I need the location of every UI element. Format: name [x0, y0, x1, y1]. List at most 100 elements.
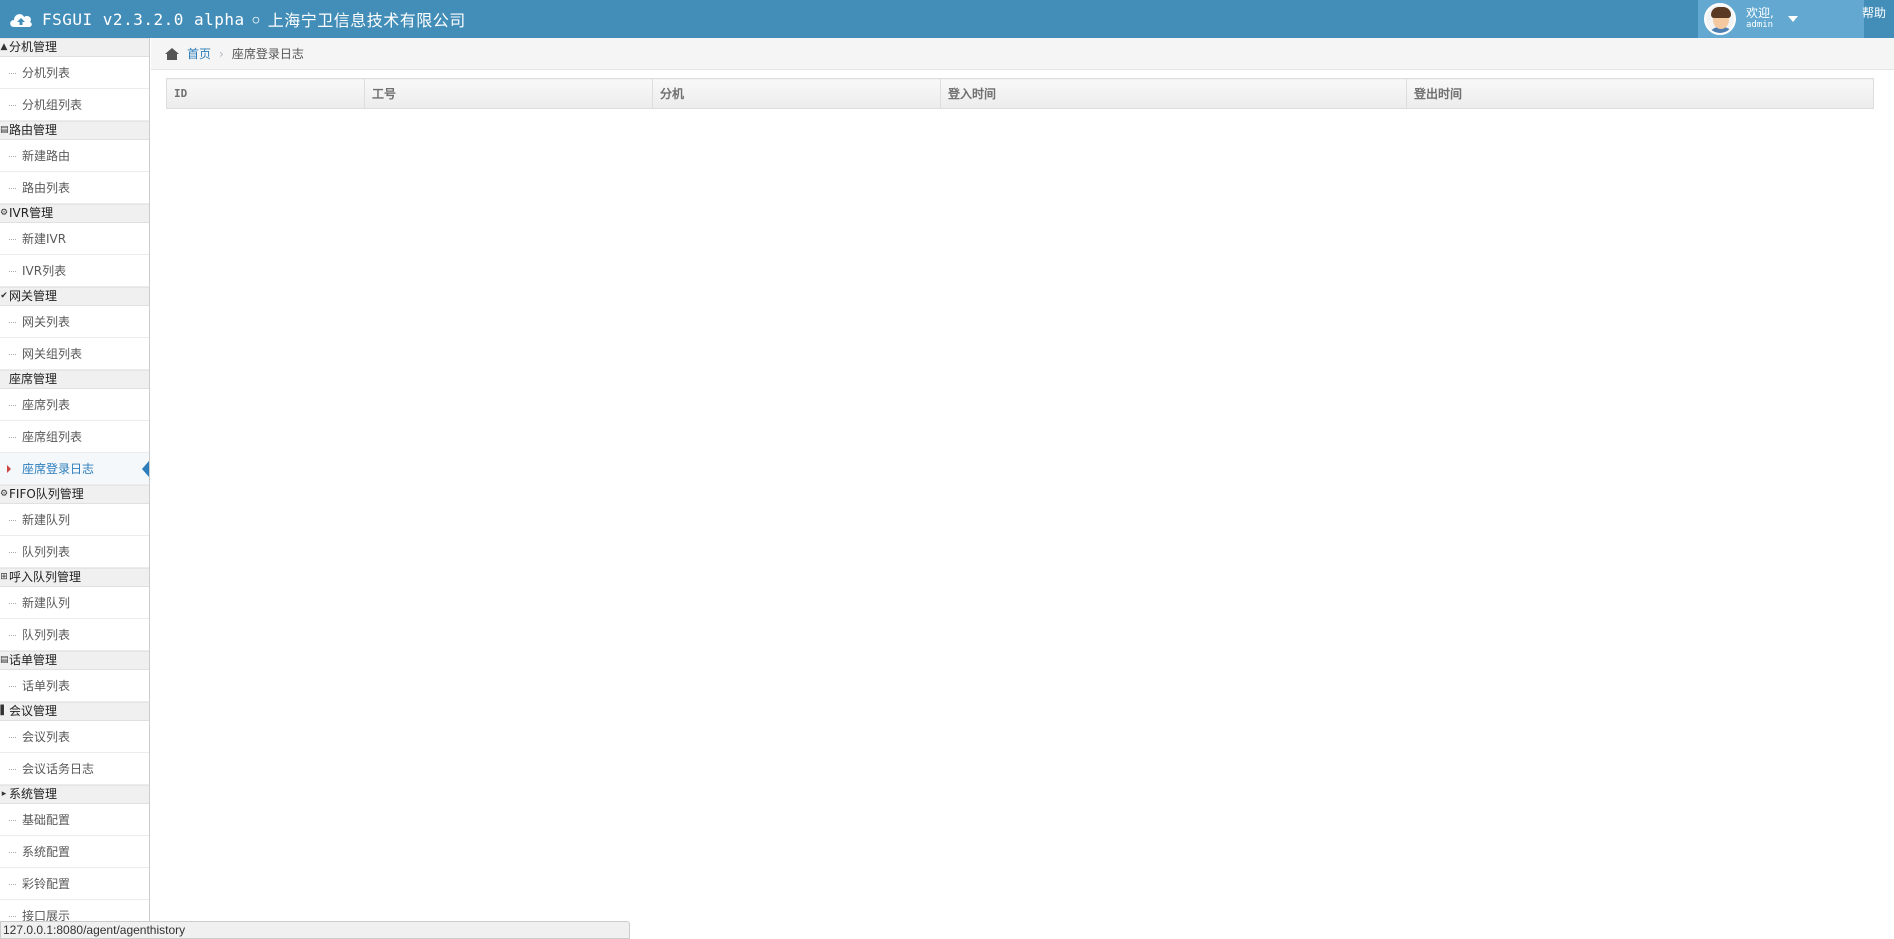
breadcrumb-current: 座席登录日志 — [231, 47, 304, 61]
chevron-right-icon: › — [219, 46, 224, 61]
brand-separator-icon: ○ — [252, 12, 260, 26]
tree-line — [9, 884, 16, 885]
tree-line — [9, 156, 16, 157]
sidebar-item[interactable]: 座席组列表 — [0, 421, 149, 453]
column-header-id[interactable]: ID — [166, 78, 365, 109]
tree-line — [9, 820, 16, 821]
tree-line — [9, 271, 16, 272]
menu-group-icon: ▤ — [0, 655, 9, 665]
sidebar-item[interactable]: 路由列表 — [0, 172, 149, 204]
sidebar-item[interactable]: 网关组列表 — [0, 338, 149, 370]
sidebar-group-header[interactable]: ⊞ 呼入队列管理 — [0, 568, 149, 587]
sidebar-item[interactable]: 队列列表 — [0, 619, 149, 651]
sidebar-item-label: 话单列表 — [22, 679, 71, 693]
brand[interactable]: FSGUI v2.3.2.0 alpha ○ 上海宁卫信息技术有限公司 — [8, 0, 466, 38]
tree-line — [9, 769, 16, 770]
sidebar-item-label: 新建队列 — [22, 513, 71, 527]
sidebar-item[interactable]: 队列列表 — [0, 536, 149, 568]
sidebar-item-label: 会议列表 — [22, 730, 71, 744]
sidebar-item[interactable]: 基础配置 — [0, 804, 149, 836]
caret-right-icon — [7, 465, 11, 473]
column-header-logout-time[interactable]: 登出时间 — [1406, 78, 1874, 109]
sidebar-item-label: 座席登录日志 — [22, 462, 95, 476]
sidebar-item-label: 彩铃配置 — [22, 877, 71, 891]
breadcrumb-home-link[interactable]: 首页 — [187, 45, 211, 62]
sidebar-item-label: 网关列表 — [22, 315, 71, 329]
sidebar-item-label: 会议话务日志 — [22, 762, 95, 776]
sidebar-item[interactable]: 彩铃配置 — [0, 868, 149, 900]
sidebar-group-label: IVR管理 — [9, 206, 54, 220]
sidebar-item-label: IVR列表 — [22, 264, 67, 278]
avatar — [1704, 3, 1736, 35]
sidebar-menu: ▲ 分机管理 分机列表 分机组列表 ▤ 路由管理 新建路由 路由列表 ⚙ IVR管理 新建IVR IV… — [0, 38, 150, 935]
menu-group-icon: ⚙ — [0, 208, 9, 218]
sidebar-item-label: 新建IVR — [22, 232, 67, 246]
sidebar-item[interactable]: 新建队列 — [0, 587, 149, 619]
sidebar-item-label: 分机组列表 — [22, 98, 83, 112]
sidebar-item[interactable]: 座席登录日志 — [0, 453, 149, 485]
sidebar-group-header[interactable]: ✔ 网关管理 — [0, 287, 149, 306]
sidebar-item[interactable]: 系统配置 — [0, 836, 149, 868]
sidebar-item[interactable]: 会议列表 — [0, 721, 149, 753]
welcome-text: 欢迎, admin — [1746, 7, 1774, 31]
tree-line — [9, 322, 16, 323]
breadcrumb: 首页 › 座席登录日志 — [151, 38, 1894, 70]
active-indicator-icon — [142, 461, 149, 477]
top-navbar: FSGUI v2.3.2.0 alpha ○ 上海宁卫信息技术有限公司 欢迎, … — [0, 0, 1894, 38]
tree-line — [9, 916, 16, 917]
sidebar-group-header[interactable]: ⚙ FIFO队列管理 — [0, 485, 149, 504]
sidebar-group-header[interactable]: ⚙ IVR管理 — [0, 204, 149, 223]
user-menu[interactable]: 欢迎, admin — [1698, 0, 1864, 38]
menu-group-icon: ⚙ — [0, 489, 9, 499]
tree-line — [9, 520, 16, 521]
sidebar-group-label: 系统管理 — [9, 787, 58, 801]
sidebar-group-label: FIFO队列管理 — [9, 487, 84, 501]
tree-line — [9, 603, 16, 604]
tree-line — [9, 239, 16, 240]
tree-line — [9, 354, 16, 355]
sidebar-item[interactable]: 座席列表 — [0, 389, 149, 421]
sidebar-item-label: 基础配置 — [22, 813, 71, 827]
sidebar-item[interactable]: 话单列表 — [0, 670, 149, 702]
menu-group-icon: ▤ — [0, 125, 9, 135]
column-header-agent-no[interactable]: 工号 — [364, 78, 653, 109]
tree-line — [9, 635, 16, 636]
sidebar-item[interactable]: 网关列表 — [0, 306, 149, 338]
tree-line — [9, 437, 16, 438]
sidebar-item-label: 队列列表 — [22, 545, 71, 559]
tree-line — [9, 552, 16, 553]
caret-down-icon — [1787, 16, 1798, 22]
menu-group-icon: ▲ — [0, 42, 8, 52]
sidebar-group-header[interactable]: ▤ 话单管理 — [0, 651, 149, 670]
sidebar-item[interactable]: 分机组列表 — [0, 89, 149, 121]
tree-line — [9, 737, 16, 738]
sidebar-item[interactable]: 新建IVR — [0, 223, 149, 255]
tree-line — [9, 73, 16, 74]
column-header-login-time[interactable]: 登入时间 — [940, 78, 1407, 109]
status-bar-url: 127.0.0.1:8080/agent/agenthistory — [0, 921, 630, 939]
sidebar-group-label: 路由管理 — [9, 123, 58, 137]
welcome-label: 欢迎, — [1746, 6, 1774, 20]
sidebar-group-header[interactable]: ▤ 路由管理 — [0, 121, 149, 140]
menu-group-icon: ▸ — [1, 789, 7, 799]
sidebar-item[interactable]: 分机列表 — [0, 57, 149, 89]
sidebar-group-header[interactable]: ▸ 系统管理 — [0, 785, 149, 804]
tree-line — [9, 686, 16, 687]
company-name: 上海宁卫信息技术有限公司 — [267, 11, 466, 30]
sidebar-group-label: 话单管理 — [9, 653, 58, 667]
sidebar-group-header[interactable]: 座席管理 — [0, 370, 149, 389]
sidebar-item-label: 座席组列表 — [22, 430, 83, 444]
sidebar-item-label: 新建队列 — [22, 596, 71, 610]
sidebar-item[interactable]: 新建路由 — [0, 140, 149, 172]
sidebar-group-header[interactable]: ▌ 会议管理 — [0, 702, 149, 721]
sidebar-item-label: 座席列表 — [22, 398, 71, 412]
sidebar-item[interactable]: IVR列表 — [0, 255, 149, 287]
sidebar-item[interactable]: 新建队列 — [0, 504, 149, 536]
sidebar-item[interactable]: 会议话务日志 — [0, 753, 149, 785]
tree-line — [9, 105, 16, 106]
tree-line — [9, 852, 16, 853]
column-header-extension[interactable]: 分机 — [652, 78, 941, 109]
sidebar-group-header[interactable]: ▲ 分机管理 — [0, 38, 149, 57]
agent-history-table: ID 工号 分机 登入时间 登出时间 — [166, 78, 1874, 109]
help-link[interactable]: 帮助 — [1862, 4, 1886, 21]
